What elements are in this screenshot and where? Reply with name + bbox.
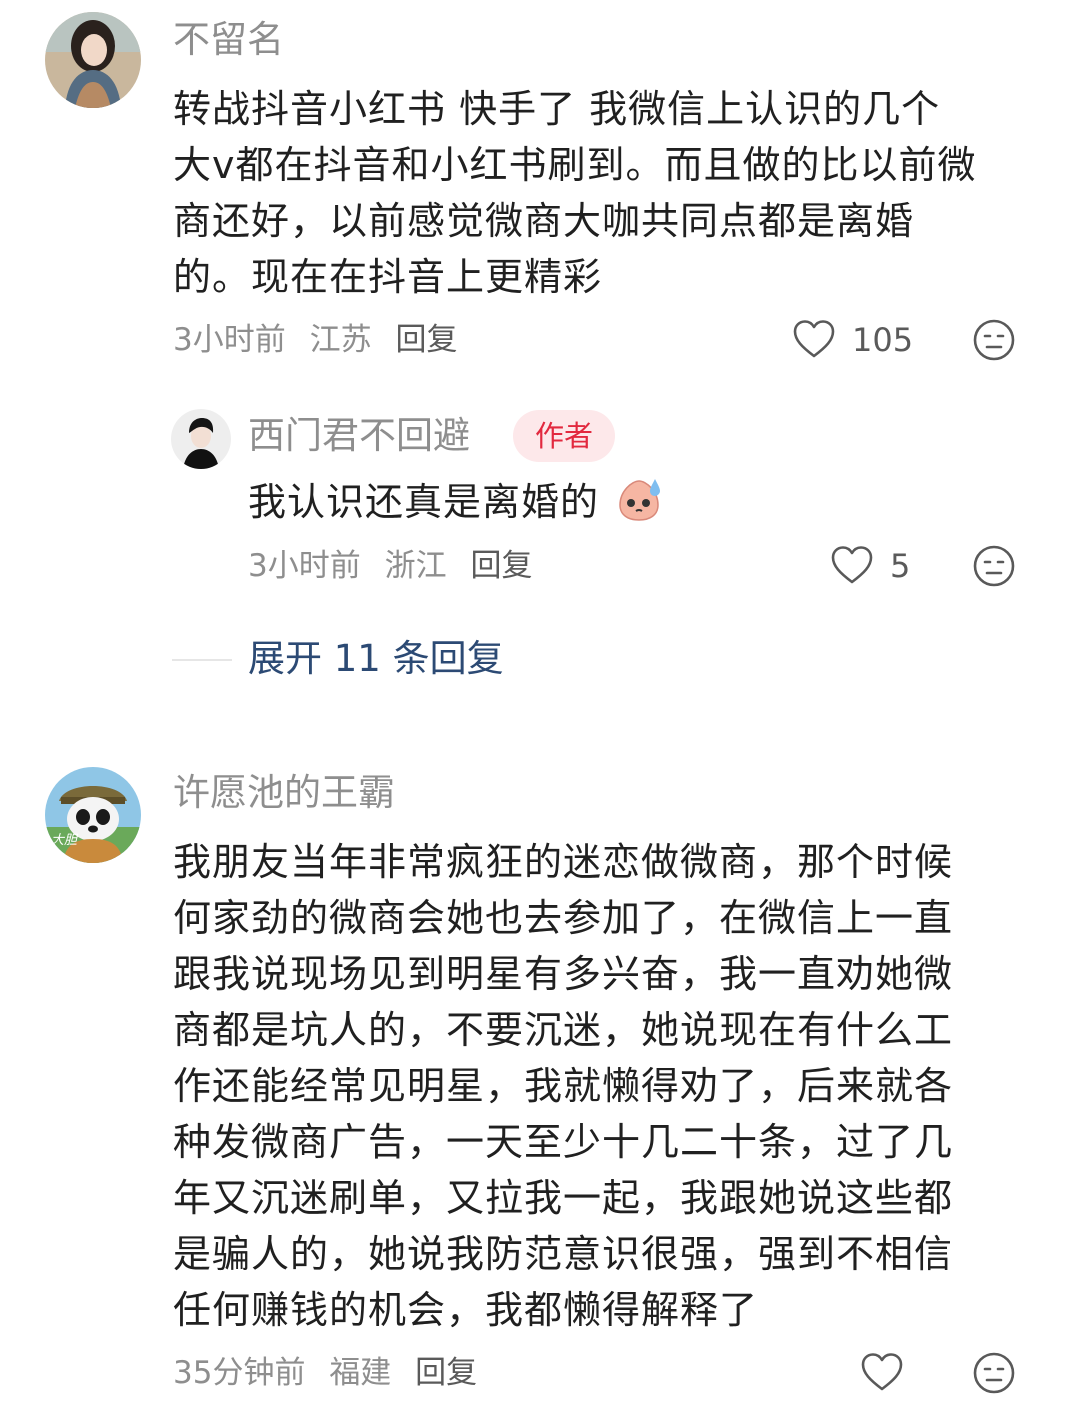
heart-icon bbox=[861, 1353, 903, 1391]
heart-icon bbox=[831, 546, 873, 584]
reply-dislike-button[interactable] bbox=[972, 544, 1016, 588]
avatar[interactable]: 大胆 bbox=[45, 767, 141, 863]
reply-like-count: 5 bbox=[890, 547, 911, 585]
comment-text-line: 任何赚钱的机会，我都懒得解释了 bbox=[173, 1288, 759, 1332]
reply-text[interactable]: 我认识还真是离婚的 bbox=[248, 474, 664, 530]
comment-meta: 35分钟前 福建 回复 bbox=[173, 1353, 491, 1393]
avatar-caption: 大胆 bbox=[51, 833, 78, 848]
man-portrait-avatar-icon bbox=[171, 409, 231, 469]
reply-avatar[interactable] bbox=[171, 409, 231, 469]
reply-time: 3小时前 bbox=[248, 548, 361, 584]
comment-text[interactable]: 我朋友当年非常疯狂的迷恋做微商，那个时候 何家劲的微商会她也去参加了，在微信上一… bbox=[173, 834, 1043, 1338]
reply-reply-button[interactable]: 回复 bbox=[470, 548, 532, 584]
reply-button[interactable]: 回复 bbox=[415, 1355, 477, 1391]
comment-text-line: 作还能经常见明星，我就懒得劝了，后来就各 bbox=[173, 1064, 954, 1108]
like-button[interactable] bbox=[792, 318, 836, 360]
comment-text-line: 的。现在在抖音上更精彩 bbox=[173, 255, 603, 299]
comment-text-line: 转战抖音小红书 快手了 我微信上认识的几个 bbox=[173, 87, 941, 131]
like-count: 105 bbox=[852, 321, 914, 359]
comment-time: 3小时前 bbox=[173, 322, 286, 358]
reply-text-content: 我认识还真是离婚的 bbox=[248, 480, 600, 524]
comment-username[interactable]: 许愿池的王霸 bbox=[173, 771, 395, 815]
reply-button[interactable]: 回复 bbox=[395, 322, 457, 358]
comment-text-line: 大v都在抖音和小红书刷到。而且做的比以前微 bbox=[173, 143, 977, 187]
avatar[interactable] bbox=[45, 12, 141, 108]
comment-meta: 3小时前 江苏 回复 bbox=[173, 320, 471, 360]
dislike-button[interactable] bbox=[972, 318, 1016, 362]
comment-text-line: 跟我说现场见到明星有多兴奋，我一直劝她微 bbox=[173, 952, 954, 996]
neutral-face-icon bbox=[973, 545, 1015, 587]
expand-divider bbox=[172, 659, 232, 661]
woman-portrait-avatar-icon bbox=[45, 12, 141, 108]
comment-text-line: 商还好，以前感觉微商大咖共同点都是离婚 bbox=[173, 199, 915, 243]
comment-time: 35分钟前 bbox=[173, 1355, 306, 1391]
reply-location: 浙江 bbox=[384, 548, 447, 584]
heart-icon bbox=[793, 320, 835, 358]
expand-replies-button[interactable]: 展开 11 条回复 bbox=[248, 636, 504, 682]
comment-text-line: 商都是坑人的，不要沉迷，她说现在有什么工 bbox=[173, 1008, 954, 1052]
comment-location: 江苏 bbox=[309, 322, 372, 358]
comment-text-line: 年又沉迷刷单，又拉我一起，我跟她说这些都 bbox=[173, 1176, 954, 1220]
neutral-face-icon bbox=[973, 1352, 1015, 1394]
like-button[interactable] bbox=[860, 1351, 904, 1393]
reply-username[interactable]: 西门君不回避 bbox=[248, 414, 470, 458]
comment-username[interactable]: 不留名 bbox=[173, 18, 284, 62]
neutral-face-icon bbox=[973, 319, 1015, 361]
comment-location: 福建 bbox=[329, 1355, 392, 1391]
reply-like-button[interactable] bbox=[830, 544, 874, 586]
comment-text-line: 是骗人的，她说我防范意识很强，强到不相信 bbox=[173, 1232, 954, 1276]
author-badge: 作者 bbox=[513, 410, 616, 462]
comment-text[interactable]: 转战抖音小红书 快手了 我微信上认识的几个 大v都在抖音和小红书刷到。而且做的比… bbox=[173, 81, 1043, 305]
reply-meta: 3小时前 浙江 回复 bbox=[248, 546, 546, 586]
comment-text-line: 何家劲的微商会她也去参加了，在微信上一直 bbox=[173, 896, 954, 940]
comment-text-line: 种发微商广告，一天至少十几二十条，过了几 bbox=[173, 1120, 954, 1164]
dislike-button[interactable] bbox=[972, 1351, 1016, 1395]
comment-text-line: 我朋友当年非常疯狂的迷恋做微商，那个时候 bbox=[173, 840, 954, 884]
sweating-peach-emoji-icon bbox=[614, 475, 664, 523]
